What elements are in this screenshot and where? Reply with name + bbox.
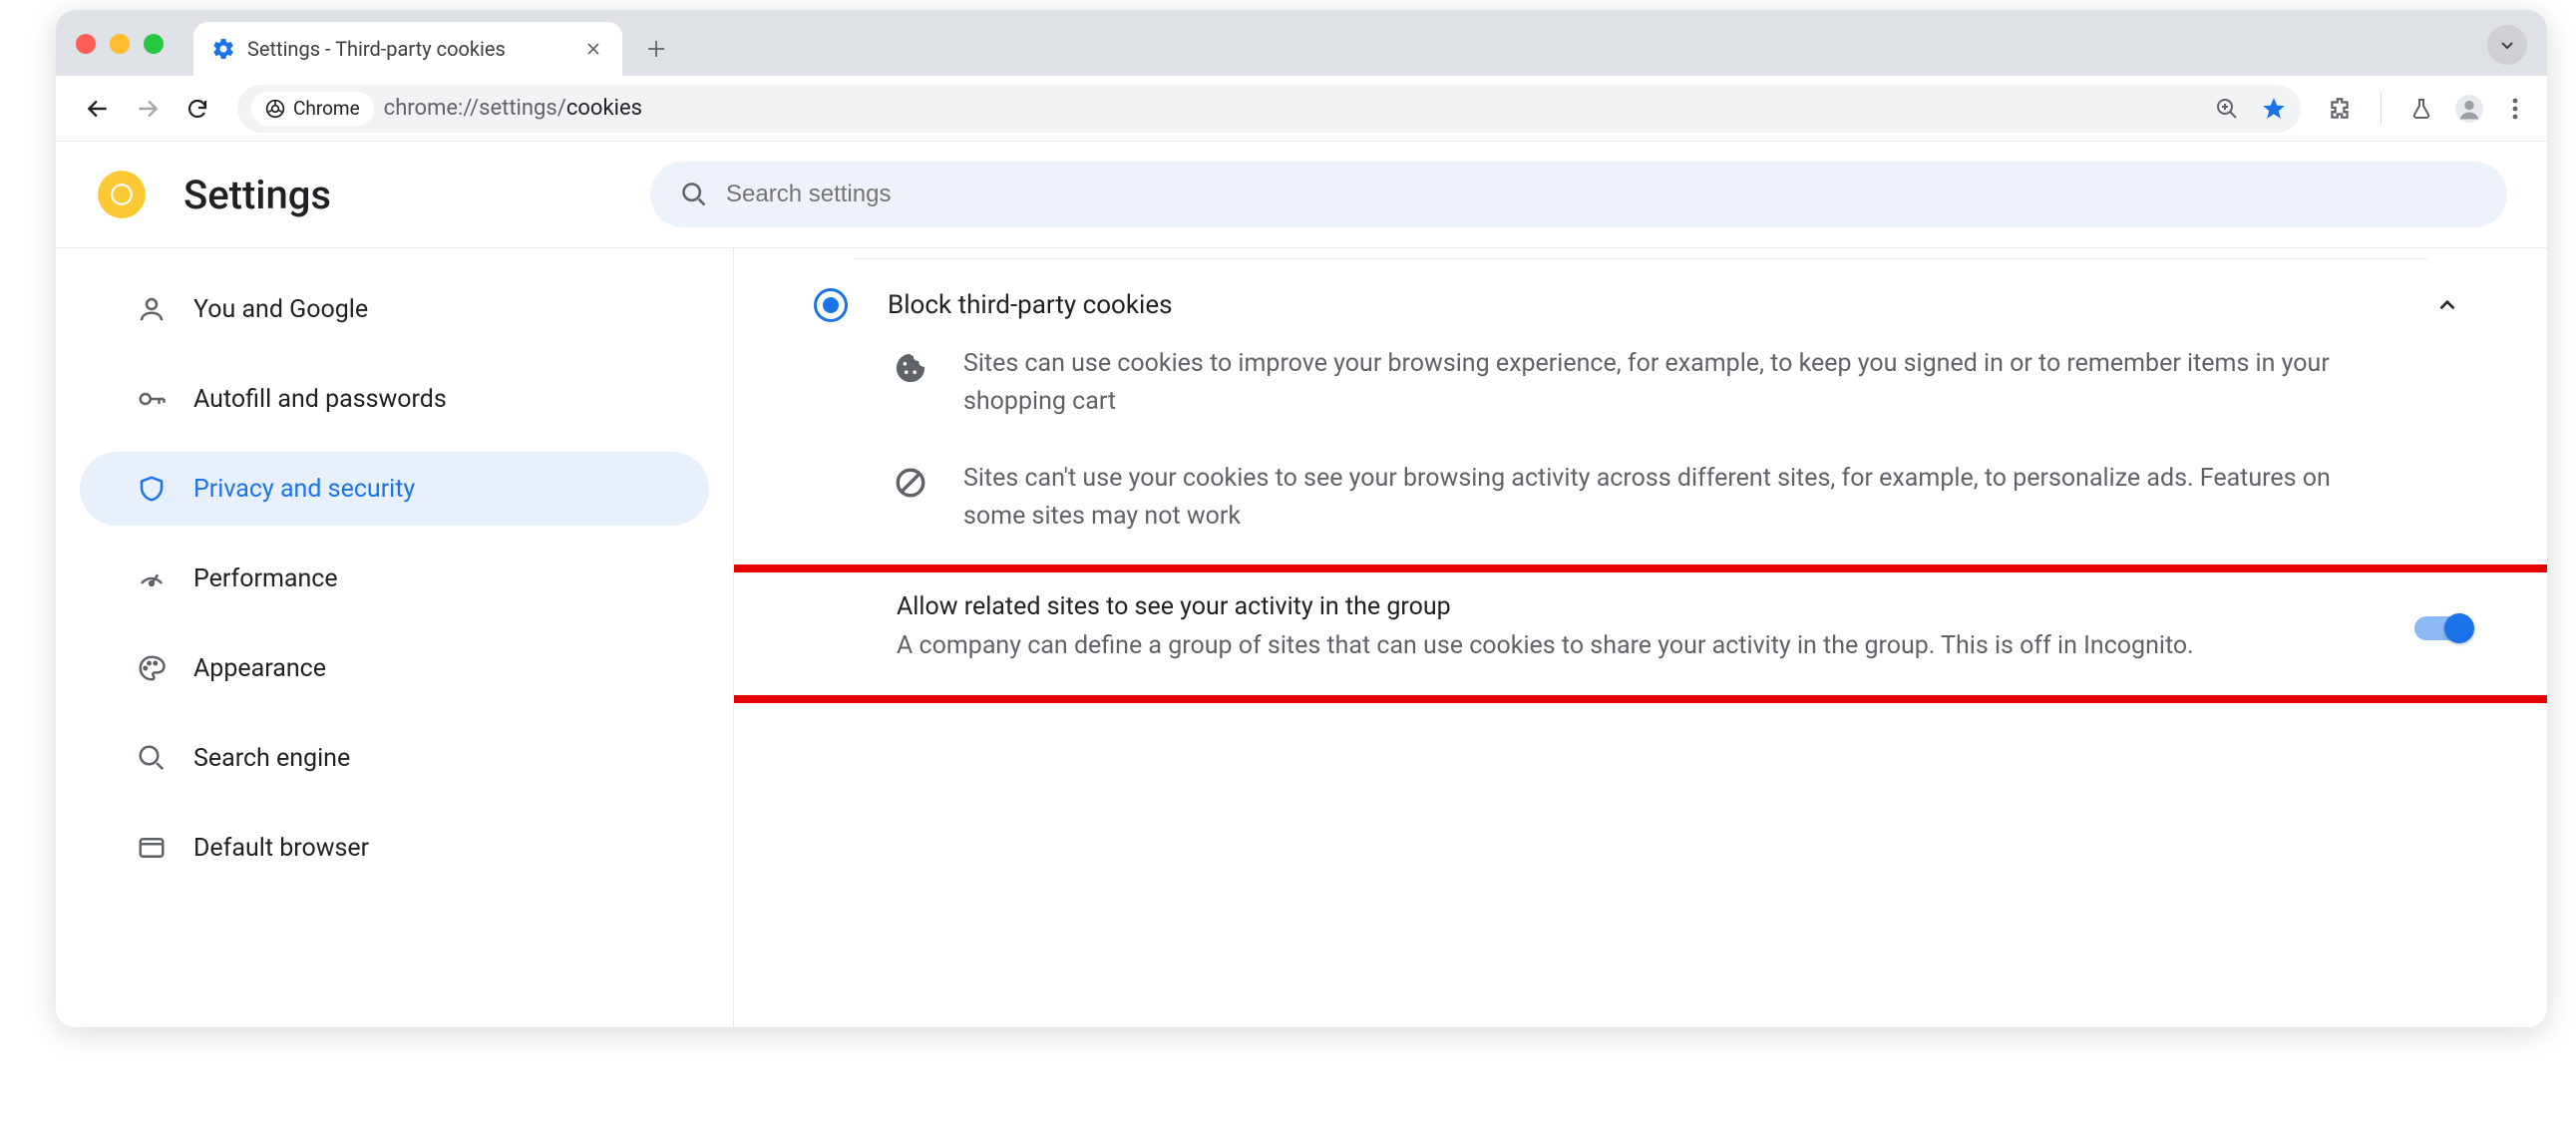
related-sites-toggle[interactable] bbox=[2414, 613, 2474, 643]
gear-icon bbox=[211, 37, 235, 61]
fullscreen-window-button[interactable] bbox=[144, 34, 164, 54]
collapse-button[interactable] bbox=[2427, 285, 2467, 325]
bookmark-star-icon[interactable] bbox=[2261, 96, 2287, 122]
address-bar[interactable]: Chrome chrome://settings/cookies bbox=[237, 85, 2301, 133]
radio-label: Block third-party cookies bbox=[888, 290, 2388, 320]
browser-tab[interactable]: Settings - Third-party cookies bbox=[193, 22, 622, 76]
sidebar-item-label: Autofill and passwords bbox=[193, 385, 447, 414]
toolbar-divider bbox=[2381, 93, 2382, 125]
cookies-card: Block third-party cookies Sites can use … bbox=[774, 258, 2507, 703]
settings-search-input[interactable] bbox=[726, 181, 2477, 208]
content-area: Block third-party cookies Sites can use … bbox=[734, 248, 2547, 1027]
window-controls bbox=[76, 34, 164, 54]
radio-selected-icon[interactable] bbox=[814, 288, 848, 322]
related-sites-row: Allow related sites to see your activity… bbox=[734, 564, 2547, 703]
sidebar-item-label: Search engine bbox=[193, 744, 350, 773]
page-body: You and Google Autofill and passwords Pr… bbox=[56, 248, 2547, 1027]
cookie-icon bbox=[894, 351, 929, 387]
sidebar-item-search-engine[interactable]: Search engine bbox=[80, 721, 709, 795]
sidebar-item-label: Default browser bbox=[193, 834, 369, 863]
toggle-title: Allow related sites to see your activity… bbox=[897, 592, 2385, 621]
extensions-icon[interactable] bbox=[2327, 96, 2353, 122]
description-text: Sites can't use your cookies to see your… bbox=[963, 460, 2380, 535]
sidebar-item-privacy[interactable]: Privacy and security bbox=[80, 452, 709, 526]
palette-icon bbox=[136, 652, 168, 684]
settings-search[interactable] bbox=[650, 162, 2507, 227]
sidebar-item-label: You and Google bbox=[193, 295, 368, 324]
site-chip[interactable]: Chrome bbox=[251, 92, 374, 126]
sidebar-item-performance[interactable]: Performance bbox=[80, 542, 709, 615]
chip-label: Chrome bbox=[293, 97, 360, 120]
sidebar-item-you-and-google[interactable]: You and Google bbox=[80, 272, 709, 346]
sidebar-item-label: Performance bbox=[193, 564, 338, 593]
cookie-block-row: Sites can't use your cookies to see your… bbox=[774, 440, 2507, 555]
new-tab-button[interactable] bbox=[634, 27, 678, 71]
forward-button[interactable] bbox=[128, 89, 168, 129]
block-third-party-cookies-row[interactable]: Block third-party cookies bbox=[774, 285, 2507, 325]
separator bbox=[854, 258, 2427, 259]
search-icon bbox=[680, 181, 708, 208]
cookie-benefit-row: Sites can use cookies to improve your br… bbox=[774, 325, 2507, 440]
sidebar-item-label: Privacy and security bbox=[193, 475, 415, 504]
page-header: Settings bbox=[56, 142, 2547, 248]
search-icon bbox=[136, 742, 168, 774]
close-tab-button[interactable] bbox=[582, 38, 604, 60]
labs-icon[interactable] bbox=[2409, 97, 2433, 121]
browser-icon bbox=[136, 832, 168, 864]
kebab-menu-icon[interactable] bbox=[2505, 96, 2525, 122]
person-icon bbox=[136, 293, 168, 325]
zoom-icon[interactable] bbox=[2215, 97, 2239, 121]
tab-title: Settings - Third-party cookies bbox=[247, 37, 506, 61]
speedometer-icon bbox=[136, 562, 168, 594]
sidebar-item-autofill[interactable]: Autofill and passwords bbox=[80, 362, 709, 436]
sidebar-item-appearance[interactable]: Appearance bbox=[80, 631, 709, 705]
back-button[interactable] bbox=[78, 89, 118, 129]
settings-page: Settings You and Google bbox=[56, 142, 2547, 1027]
page-title: Settings bbox=[184, 172, 331, 218]
tab-search-button[interactable] bbox=[2487, 25, 2527, 65]
close-window-button[interactable] bbox=[76, 34, 96, 54]
description-text: Sites can use cookies to improve your br… bbox=[963, 345, 2380, 420]
browser-toolbar: Chrome chrome://settings/cookies bbox=[56, 76, 2547, 142]
profile-avatar[interactable] bbox=[2455, 95, 2483, 123]
key-icon bbox=[136, 383, 168, 415]
minimize-window-button[interactable] bbox=[110, 34, 130, 54]
chrome-logo-icon bbox=[96, 169, 148, 220]
browser-window: Settings - Third-party cookies Chrome bbox=[56, 10, 2547, 1027]
toggle-description: A company can define a group of sites th… bbox=[897, 627, 2213, 665]
url-text: chrome://settings/cookies bbox=[384, 96, 642, 121]
shield-icon bbox=[136, 473, 168, 505]
sidebar-item-label: Appearance bbox=[193, 654, 326, 683]
sidebar: You and Google Autofill and passwords Pr… bbox=[56, 248, 734, 1027]
reload-button[interactable] bbox=[178, 89, 217, 129]
sidebar-item-default-browser[interactable]: Default browser bbox=[80, 811, 709, 885]
block-icon bbox=[894, 466, 929, 502]
tab-strip: Settings - Third-party cookies bbox=[56, 10, 2547, 76]
